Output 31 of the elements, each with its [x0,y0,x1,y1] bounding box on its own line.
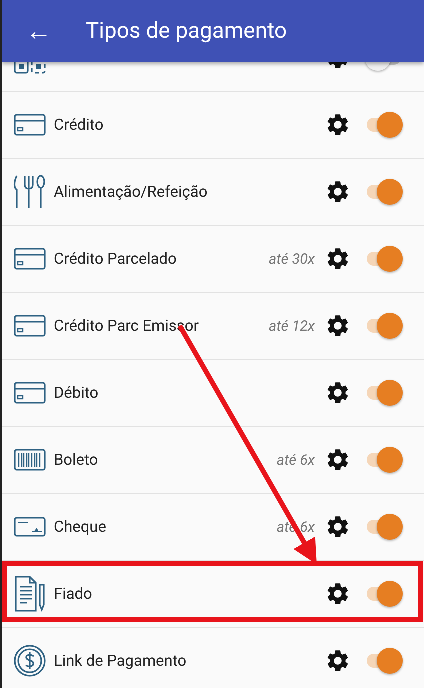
settings-icon[interactable] [325,179,351,205]
barcode-icon [14,449,46,471]
installments-text: até 6x [276,452,315,468]
credit-card-icon [14,248,46,270]
credit-card-icon [14,382,46,404]
settings-icon[interactable] [325,380,351,406]
settings-icon[interactable] [325,246,351,272]
installments-text: até 12x [268,318,315,334]
dollar-coin-icon [14,645,46,677]
settings-icon[interactable] [325,313,351,339]
document-pen-icon [14,575,46,613]
settings-icon[interactable] [325,581,351,607]
cutlery-icon [13,174,47,210]
credit-card-icon [14,315,46,337]
payment-type-label: Cheque [54,518,106,536]
payment-type-label: Boleto [54,451,98,469]
payment-type-label: Débito [54,384,99,402]
payment-type-label: Link de Pagamento [54,652,187,670]
payment-type-label: Crédito [54,116,104,134]
bank-check-icon [14,517,46,537]
app-bar-title: Tipos de pagamento [86,18,287,44]
back-button[interactable]: ← [22,18,56,44]
payment-type-label: Crédito Parcelado [54,250,177,268]
credit-card-icon [14,114,46,136]
payment-type-label: Alimentação/Refeição [54,183,208,201]
payment-type-label: Fiado [54,585,92,603]
settings-icon[interactable] [325,514,351,540]
settings-icon[interactable] [325,447,351,473]
settings-icon[interactable] [325,648,351,674]
settings-icon[interactable] [325,112,351,138]
installments-text: até 30x [268,250,315,268]
